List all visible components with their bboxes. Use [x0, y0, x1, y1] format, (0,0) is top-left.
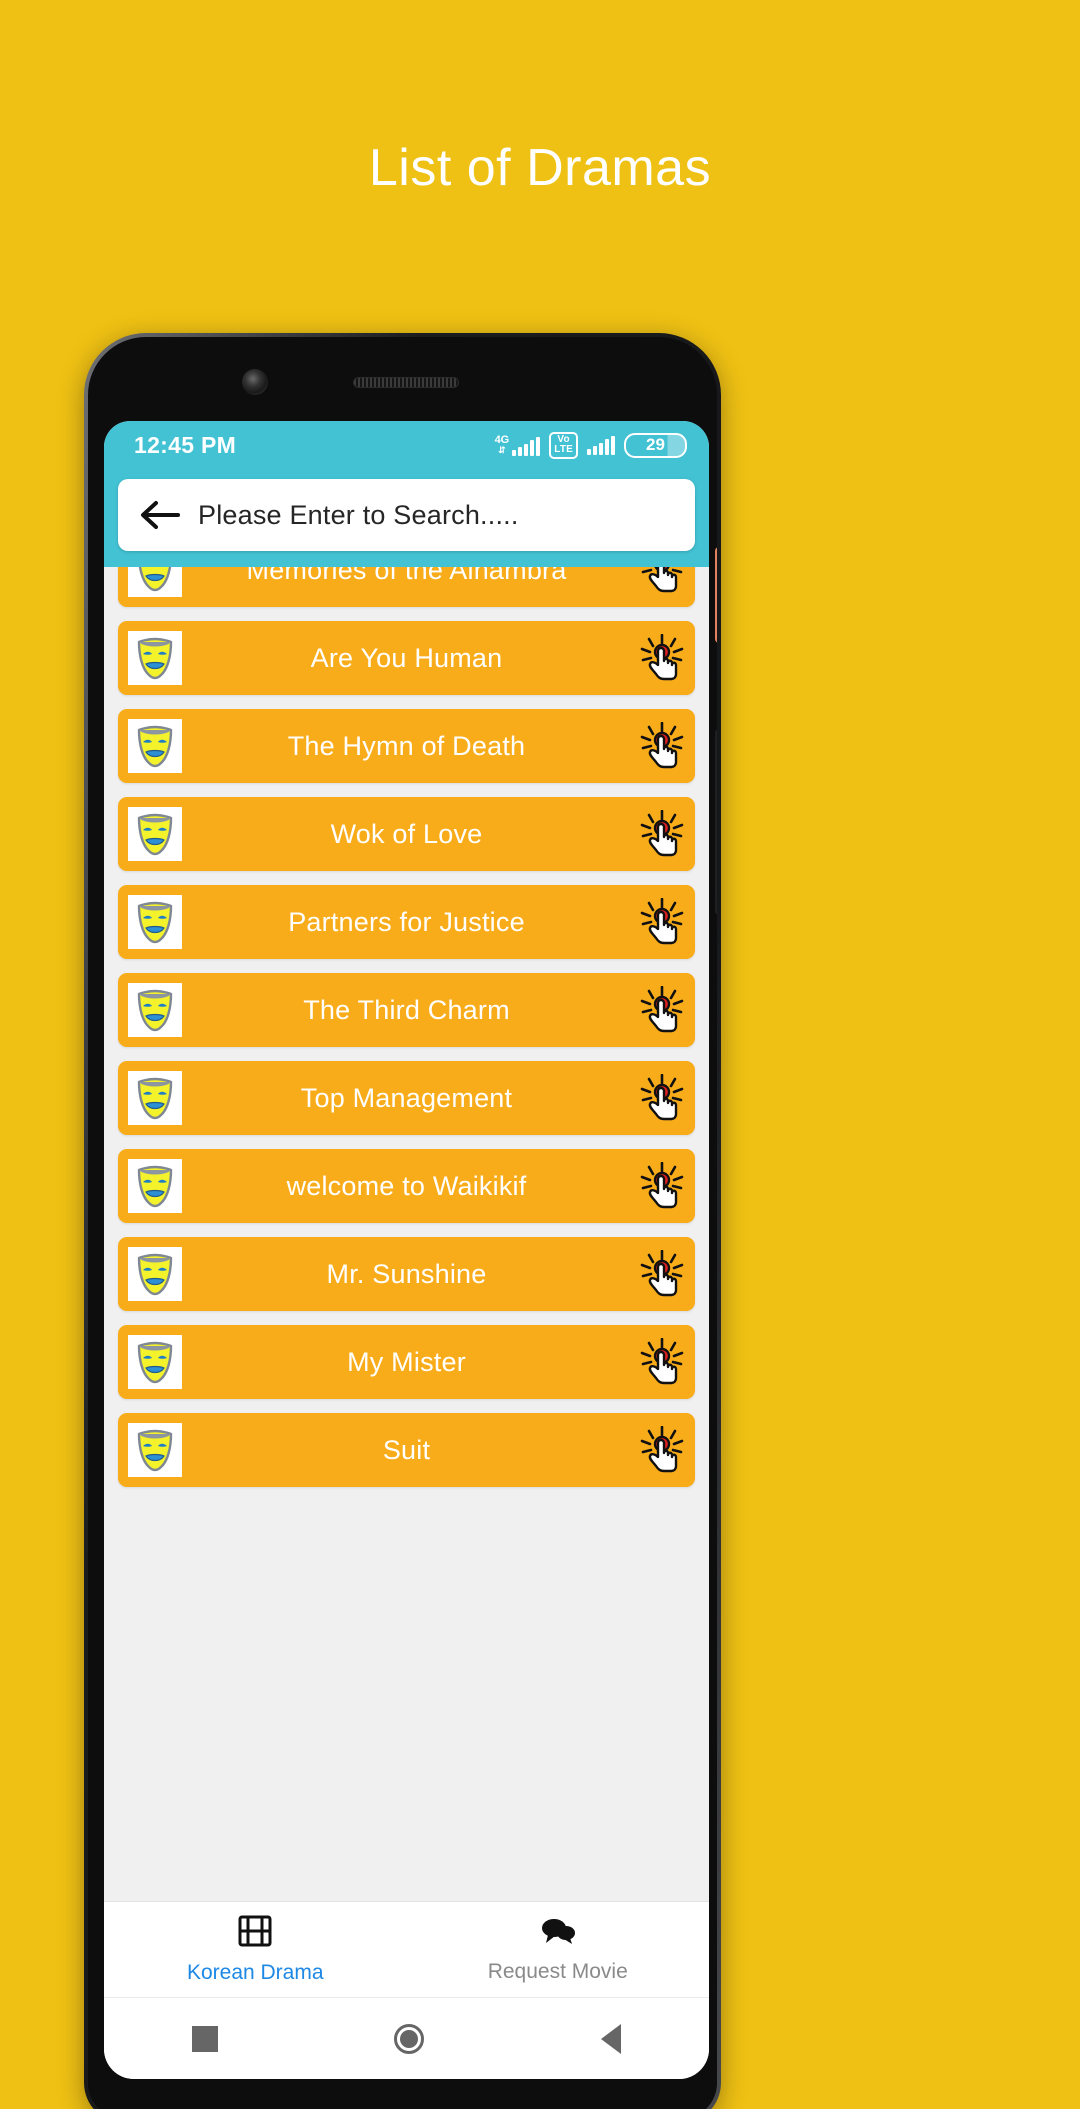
triangle-back-icon[interactable]	[600, 2023, 621, 2054]
front-camera-icon	[242, 369, 268, 395]
theater-mask-icon	[128, 895, 182, 949]
theater-mask-icon	[128, 1335, 182, 1389]
phone-screen: 12:45 PM 4G ⇵ Vo LTE 29 Please Enter to …	[104, 421, 709, 2079]
theater-mask-icon	[128, 631, 182, 685]
drama-title: The Hymn of Death	[287, 730, 526, 761]
search-bar-container: Please Enter to Search.....	[104, 469, 709, 567]
drama-list-item[interactable]: Mr. Sunshine	[118, 1237, 695, 1311]
tap-hand-icon[interactable]	[639, 897, 685, 947]
theater-mask-icon	[128, 567, 182, 597]
status-clock: 12:45 PM	[134, 431, 237, 458]
tap-hand-icon[interactable]	[639, 1161, 685, 1211]
signal-1-icon: 4G ⇵	[494, 433, 541, 456]
drama-list-scroll[interactable]: Memories of the Alhambra Are You Human T…	[118, 567, 695, 1501]
phone-body: 12:45 PM 4G ⇵ Vo LTE 29 Please Enter to …	[88, 337, 717, 2109]
drama-list-item[interactable]: The Hymn of Death	[118, 709, 695, 783]
film-strip-icon	[238, 1915, 272, 1952]
signal-bars-1-icon	[512, 436, 541, 456]
tap-hand-icon[interactable]	[639, 721, 685, 771]
drama-list-item[interactable]: Wok of Love	[118, 797, 695, 871]
theater-mask-icon	[128, 719, 182, 773]
theater-mask-icon	[128, 983, 182, 1037]
search-bar[interactable]: Please Enter to Search.....	[118, 479, 695, 551]
network-type-label: 4G	[494, 433, 510, 446]
drama-list-item[interactable]: The Third Charm	[118, 973, 695, 1047]
tab-request-movie[interactable]: Request Movie	[407, 1902, 710, 1997]
tap-hand-icon[interactable]	[639, 1337, 685, 1387]
circle-home-icon[interactable]	[394, 2023, 425, 2054]
theater-mask-icon	[128, 1423, 182, 1477]
tap-hand-icon[interactable]	[639, 567, 685, 595]
drama-title: The Third Charm	[303, 994, 510, 1025]
tab-korean-drama[interactable]: Korean Drama	[104, 1902, 407, 1997]
bottom-tab-bar: Korean Drama Request Movie	[104, 1901, 709, 1997]
back-arrow-icon[interactable]	[138, 499, 180, 531]
tab-korean-drama-label: Korean Drama	[186, 1960, 324, 1984]
volte-line-2: LTE	[554, 444, 573, 455]
tap-hand-icon[interactable]	[639, 633, 685, 683]
earpiece-speaker	[353, 377, 459, 388]
drama-title: Suit	[382, 1434, 431, 1465]
tap-hand-icon[interactable]	[639, 1073, 685, 1123]
drama-title: My Mister	[347, 1346, 466, 1377]
drama-title: welcome to Waikikif	[286, 1170, 527, 1201]
battery-indicator-icon: 29	[624, 432, 687, 458]
status-bar: 12:45 PM 4G ⇵ Vo LTE 29	[104, 421, 709, 469]
theater-mask-icon	[128, 1159, 182, 1213]
drama-list-item[interactable]: Suit	[118, 1413, 695, 1487]
drama-list-item[interactable]: Partners for Justice	[118, 885, 695, 959]
battery-percent-label: 29	[646, 435, 665, 454]
tap-hand-icon[interactable]	[639, 985, 685, 1035]
drama-title: Memories of the Alhambra	[246, 567, 567, 585]
signal-bars-2-icon	[587, 435, 615, 455]
drama-list[interactable]: Memories of the Alhambra Are You Human T…	[104, 567, 709, 1901]
tap-hand-icon[interactable]	[639, 1249, 685, 1299]
signal-2-icon	[587, 435, 615, 455]
chat-bubbles-icon	[540, 1916, 576, 1951]
drama-list-item[interactable]: Top Management	[118, 1061, 695, 1135]
theater-mask-icon	[128, 1071, 182, 1125]
drama-title: Mr. Sunshine	[326, 1258, 487, 1289]
drama-title: Are You Human	[310, 642, 503, 673]
square-recents-icon[interactable]	[192, 2025, 219, 2052]
data-arrows-icon: ⇵	[498, 444, 506, 455]
drama-title: Wok of Love	[330, 818, 483, 849]
android-nav-bar	[104, 1997, 709, 2079]
power-button[interactable]	[715, 547, 717, 643]
phone-frame: 12:45 PM 4G ⇵ Vo LTE 29 Please Enter to …	[84, 333, 721, 2109]
drama-list-item[interactable]: Memories of the Alhambra	[118, 567, 695, 607]
page-title: List of Dramas	[368, 139, 712, 197]
search-input[interactable]: Please Enter to Search.....	[198, 500, 519, 531]
volume-button[interactable]	[715, 729, 717, 915]
volte-badge-icon: Vo LTE	[549, 431, 578, 459]
drama-list-item[interactable]: Are You Human	[118, 621, 695, 695]
theater-mask-icon	[128, 807, 182, 861]
drama-list-item[interactable]: welcome to Waikikif	[118, 1149, 695, 1223]
tap-hand-icon[interactable]	[639, 1425, 685, 1475]
drama-list-item[interactable]: My Mister	[118, 1325, 695, 1399]
tab-request-movie-label: Request Movie	[487, 1959, 628, 1983]
tap-hand-icon[interactable]	[639, 809, 685, 859]
theater-mask-icon	[128, 1247, 182, 1301]
drama-title: Partners for Justice	[288, 906, 525, 937]
status-icons: 4G ⇵ Vo LTE 29	[494, 431, 687, 459]
drama-title: Top Management	[300, 1082, 513, 1113]
